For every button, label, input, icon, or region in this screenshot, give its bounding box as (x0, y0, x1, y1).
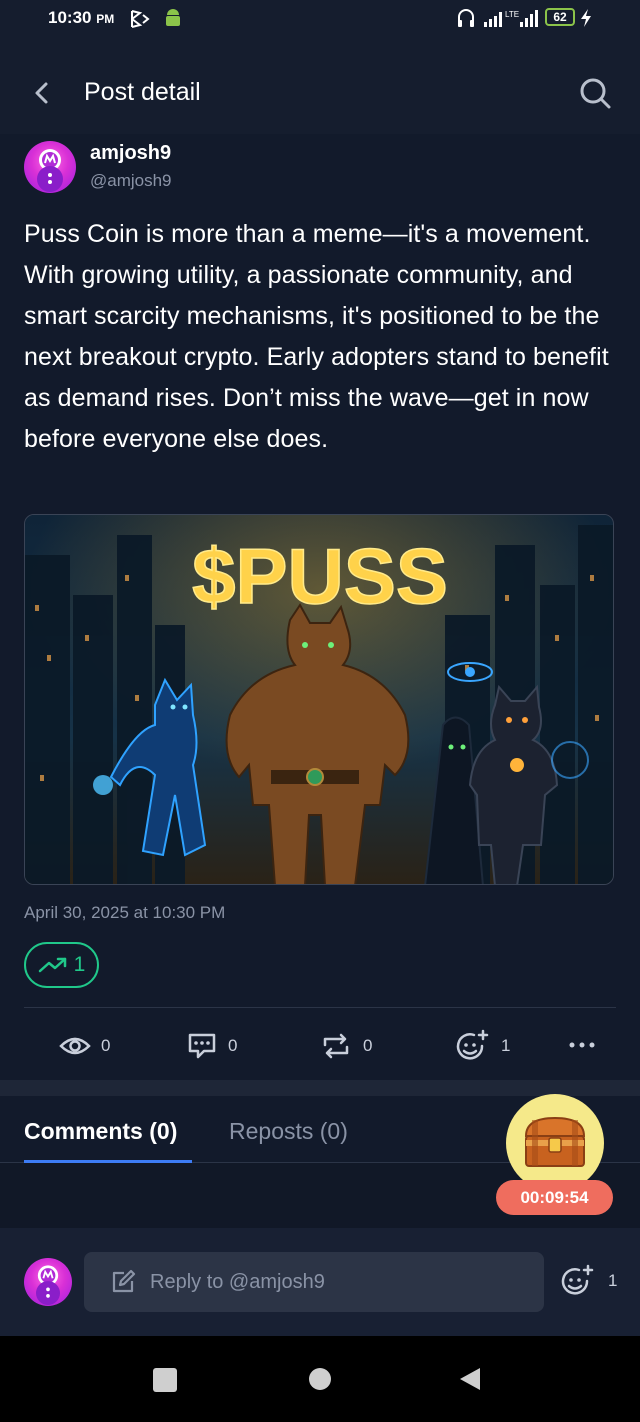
bluetooth-share-icon (131, 10, 150, 28)
headphones-icon (458, 9, 474, 27)
reply-placeholder: Reply to @amjosh9 (150, 1270, 325, 1293)
author-avatar[interactable] (24, 141, 76, 193)
recent-apps-icon[interactable] (153, 1368, 177, 1392)
add-reaction-icon (561, 1264, 594, 1295)
reposts-stat[interactable]: 0 (319, 1028, 372, 1064)
svg-text:LTE: LTE (505, 10, 519, 19)
reply-input[interactable]: Reply to @amjosh9 (84, 1252, 544, 1312)
back-icon[interactable] (28, 76, 58, 110)
cat-heroes-illustration: $PUSS (25, 515, 613, 884)
author-name[interactable]: amjosh9 (90, 142, 171, 165)
reply-reaction-button[interactable]: 1 (560, 1264, 617, 1298)
trending-up-icon (38, 957, 66, 973)
author-handle: @amjosh9 (90, 171, 172, 190)
comment-icon (188, 1033, 216, 1059)
svg-text:$PUSS: $PUSS (192, 532, 448, 620)
reward-timer: 00:09:54 (496, 1180, 613, 1215)
avatar-logo-icon (37, 149, 63, 192)
current-user-avatar[interactable] (24, 1258, 72, 1306)
charging-icon (581, 9, 591, 27)
signal-icon: LTE (484, 10, 538, 27)
android-icon (166, 9, 180, 26)
comments-stat[interactable]: 0 (186, 1028, 237, 1064)
home-icon[interactable] (309, 1368, 331, 1390)
tab-comments[interactable]: Comments (0) (24, 1118, 177, 1145)
trend-button[interactable]: 1 (24, 942, 99, 988)
views-stat[interactable]: 0 (59, 1028, 110, 1064)
post-text: Puss Coin is more than a meme—it's a mov… (24, 220, 609, 453)
search-icon[interactable] (576, 74, 614, 112)
post-date: April 30, 2025 at 10:30 PM (24, 903, 226, 922)
reward-chest-button[interactable] (506, 1094, 604, 1192)
divider (24, 1007, 616, 1008)
battery-indicator: 62 (545, 8, 575, 26)
treasure-chest-icon (524, 1116, 586, 1167)
trend-count: 1 (73, 953, 86, 976)
post-image[interactable]: $PUSS (24, 514, 614, 885)
more-options-icon[interactable] (569, 1040, 595, 1050)
page-title: Post detail (84, 78, 201, 106)
reactions-stat[interactable]: 1 (455, 1028, 510, 1064)
status-time: 10:30 PM (48, 8, 115, 27)
repost-icon (323, 1033, 349, 1059)
back-nav-icon[interactable] (456, 1365, 484, 1393)
tab-reposts[interactable]: Reposts (0) (229, 1118, 348, 1145)
edit-icon (112, 1269, 136, 1293)
eye-icon (59, 1037, 91, 1055)
add-reaction-icon (456, 1029, 489, 1060)
avatar-logo-icon (36, 1265, 60, 1306)
